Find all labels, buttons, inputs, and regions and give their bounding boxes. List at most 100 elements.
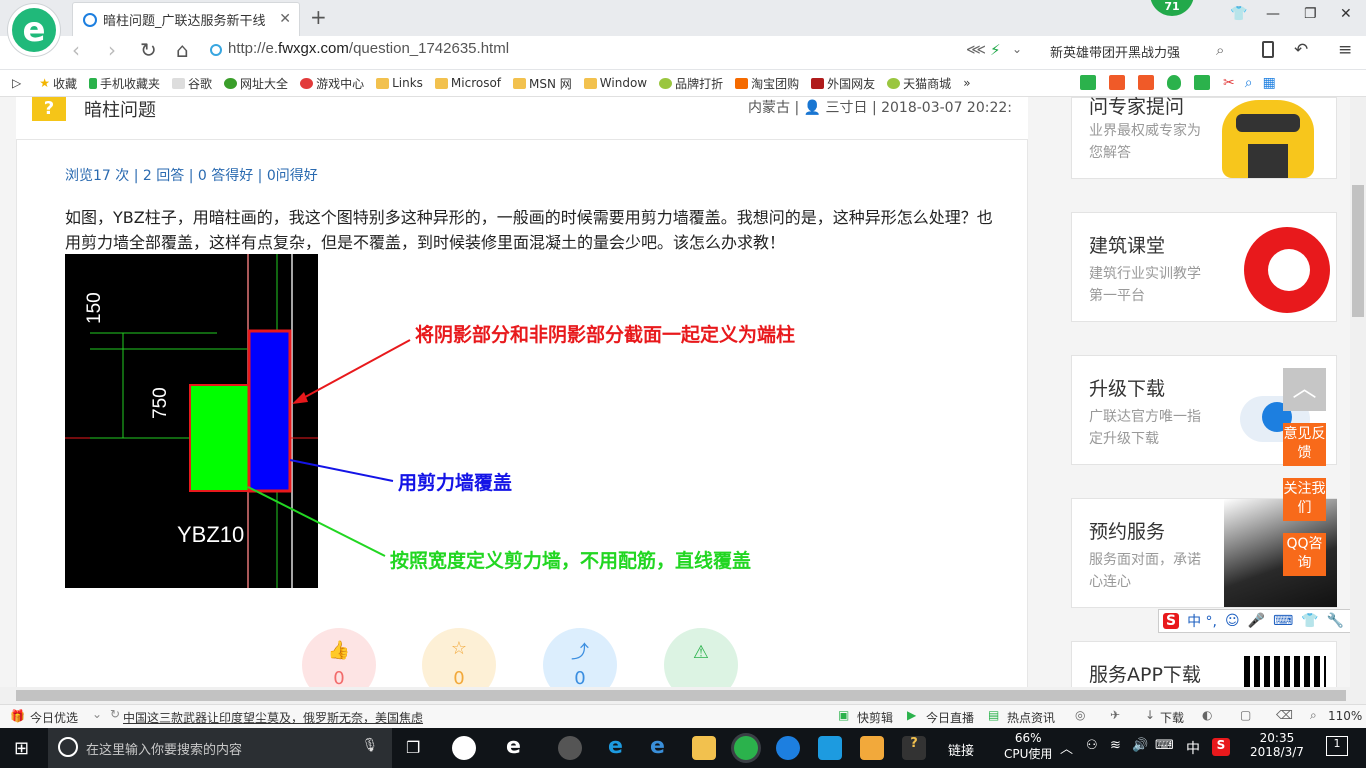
task-view-icon[interactable]: ❐ <box>406 738 420 757</box>
zoom-level[interactable]: 110% <box>1328 709 1362 723</box>
close-tab-icon[interactable]: ✕ <box>279 11 291 27</box>
sogou-tray-icon[interactable]: S <box>1212 738 1230 756</box>
refresh-news-icon[interactable]: ↻ <box>110 707 120 721</box>
vertical-scroll-thumb[interactable] <box>1352 185 1364 317</box>
fav-item-8[interactable]: Window <box>583 76 647 90</box>
taskbar-search-input[interactable]: 在这里输入你要搜索的内容 🎙 <box>48 728 392 768</box>
sidebar-card-app[interactable]: 服务APP下载 <box>1071 641 1337 688</box>
minimize-button[interactable]: — <box>1266 6 1280 22</box>
fav-item-1[interactable]: 手机收藏夹 <box>89 75 160 92</box>
volume-icon[interactable]: 🔊 <box>1132 738 1148 753</box>
share-icon[interactable]: ⋘ <box>966 42 986 58</box>
sound-icon[interactable]: ◐ <box>1202 708 1212 722</box>
cpu-usage[interactable]: 66% CPU使用 <box>1004 731 1052 762</box>
ime-indicator[interactable]: 中 <box>1186 738 1200 758</box>
horizontal-scroll-thumb[interactable] <box>16 690 1346 701</box>
new-tab-button[interactable]: + <box>310 5 327 29</box>
back-to-top-button[interactable]: ︿ <box>1283 368 1326 411</box>
close-window-button[interactable]: ✕ <box>1340 6 1352 22</box>
people-icon[interactable]: ⚇ <box>1086 738 1098 753</box>
browser-taskbar-icon[interactable] <box>734 736 758 760</box>
notes-icon[interactable] <box>860 736 884 760</box>
back-button[interactable]: ‹ <box>72 38 80 62</box>
window-icon[interactable]: ▢ <box>1240 708 1251 722</box>
live-link[interactable]: 今日直播 <box>926 709 974 726</box>
tab-active[interactable]: 暗柱问题_广联达服务新干线 ✕ <box>72 2 300 36</box>
clock[interactable]: 20:35 2018/3/7 <box>1250 731 1304 759</box>
phone-icon[interactable] <box>1262 41 1274 58</box>
edge-icon[interactable]: e <box>608 734 623 759</box>
menu-icon[interactable]: ≡ <box>1338 40 1352 60</box>
chevron-down-icon[interactable]: ⌄ <box>92 707 102 721</box>
security-icon[interactable] <box>210 44 222 56</box>
ime-mode[interactable]: 中 °, <box>1187 611 1217 631</box>
quick-cut-link[interactable]: 快剪辑 <box>857 709 893 726</box>
forward-button[interactable]: › <box>108 38 116 62</box>
fav-item-10[interactable]: 淘宝团购 <box>735 75 799 92</box>
chevron-down-icon[interactable]: ⌄ <box>1012 42 1022 56</box>
trash-icon[interactable]: ⌫ <box>1276 708 1293 722</box>
edge-legacy-icon[interactable]: e <box>506 734 521 759</box>
fav-item-7[interactable]: MSN 网 <box>513 75 572 92</box>
news-ticker[interactable]: 中国这三款武器让印度望尘莫及，俄罗斯无奈，美国焦虑 <box>123 709 423 726</box>
speed-icon[interactable]: ◎ <box>1075 708 1085 722</box>
scissors-icon[interactable]: ✂ <box>1223 75 1235 91</box>
fav-item-3[interactable]: 网址大全 <box>224 75 288 92</box>
translate-icon[interactable] <box>1194 75 1210 90</box>
sidebar-toggle-icon[interactable]: ▷ <box>12 76 21 90</box>
lightning-icon[interactable]: ⚡ <box>990 41 1001 59</box>
magnifier-icon[interactable]: ⌕ <box>1245 75 1253 91</box>
ime-toolbar[interactable]: S 中 °, ☺ 🎤 ⌨ 👕 🔧 <box>1158 609 1366 633</box>
skin-icon[interactable]: 👕 <box>1301 613 1318 629</box>
explorer-icon[interactable] <box>692 736 716 760</box>
daily-picks[interactable]: 今日优选 <box>30 709 78 726</box>
qq-consult-button[interactable]: QQ咨询 <box>1283 533 1326 576</box>
follow-button[interactable]: 关注我们 <box>1283 478 1326 521</box>
tray-expand-icon[interactable]: ︿ <box>1060 738 1073 757</box>
restore-button[interactable]: ❐ <box>1304 6 1317 22</box>
more-favorites-icon[interactable]: » <box>963 76 970 90</box>
discount-icon[interactable] <box>1138 75 1154 90</box>
wrench-icon[interactable]: 🔧 <box>1327 613 1344 629</box>
mic-icon[interactable]: 🎙 <box>361 738 378 753</box>
skin-icon[interactable]: 👕 <box>1230 6 1247 22</box>
mic-icon[interactable]: 🎤 <box>1248 613 1265 629</box>
url-field[interactable]: http://e.fwxgx.com/question_1742635.html <box>228 40 509 57</box>
app-icon[interactable] <box>558 736 582 760</box>
fav-item-11[interactable]: 外国网友 <box>811 75 875 92</box>
ie-icon[interactable]: e <box>650 734 665 759</box>
question-stats[interactable]: 浏览17 次 | 2 回答 | 0 答得好 | 0问得好 <box>65 165 318 185</box>
wifi-icon[interactable]: ≋ <box>1110 738 1121 753</box>
download-link[interactable]: 下载 <box>1160 709 1184 726</box>
sidebar-card-course[interactable]: 建筑课堂 建筑行业实训教学第一平台 <box>1071 212 1337 322</box>
fav-item-6[interactable]: Microsof <box>434 76 501 90</box>
home-button[interactable]: ⌂ <box>176 38 189 62</box>
search-input[interactable]: 新英雄带团开黑战力强 <box>1050 42 1180 61</box>
grid-icon[interactable]: ▦ <box>1263 75 1276 91</box>
fav-item-4[interactable]: 游戏中心 <box>300 75 364 92</box>
fav-item-0[interactable]: ★ 收藏 <box>39 75 77 92</box>
question-image[interactable]: 150 750 YBZ10 <box>65 254 318 588</box>
book-icon[interactable] <box>1080 75 1096 90</box>
glodon-icon[interactable] <box>776 736 800 760</box>
keyboard-icon[interactable]: ⌨ <box>1273 613 1293 629</box>
pin-icon[interactable]: ✈ <box>1110 708 1120 722</box>
sidebar-card-expert[interactable]: 问专家提问 业界最权威专家为您解答 <box>1071 96 1337 179</box>
emoji-icon[interactable]: ☺ <box>1225 613 1240 629</box>
feedback-button[interactable]: 意见反馈 <box>1283 423 1326 466</box>
undo-icon[interactable]: ↶ <box>1294 40 1308 60</box>
links-toolbar[interactable]: 链接 <box>948 740 974 759</box>
help-app-icon[interactable]: ? <box>902 736 926 760</box>
keyboard-icon[interactable]: ⌨ <box>1155 738 1174 753</box>
fav-item-5[interactable]: Links <box>376 76 423 90</box>
fan-app-icon[interactable] <box>452 736 476 760</box>
fav-item-9[interactable]: 品牌打折 <box>659 75 723 92</box>
action-center-icon[interactable]: 1 <box>1326 736 1348 756</box>
refresh-button[interactable]: ↻ <box>140 38 157 62</box>
fav-item-12[interactable]: 天猫商城 <box>887 75 951 92</box>
start-button[interactable]: ⊞ <box>14 738 29 759</box>
fav-item-2[interactable]: 谷歌 <box>172 75 212 92</box>
tv-icon[interactable] <box>1109 75 1125 90</box>
shield-icon[interactable] <box>1167 75 1181 90</box>
plus-app-icon[interactable] <box>818 736 842 760</box>
